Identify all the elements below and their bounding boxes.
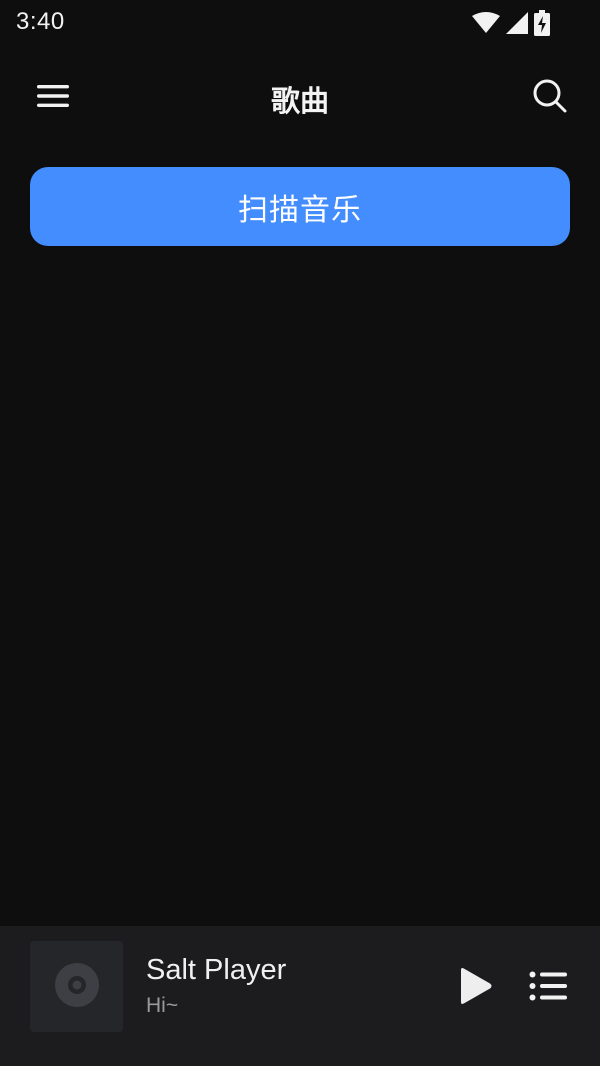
wifi-icon [472, 12, 500, 34]
status-icons [472, 10, 550, 36]
album-art[interactable] [30, 941, 123, 1032]
queue-button[interactable] [526, 968, 570, 1008]
scan-music-button[interactable]: 扫描音乐 [30, 167, 570, 246]
playlist-queue-icon [529, 971, 567, 1005]
cellular-signal-icon [506, 12, 528, 34]
play-icon [455, 967, 493, 1009]
status-bar: 3:40 [0, 0, 600, 48]
app-bar: 歌曲 [0, 60, 600, 136]
search-button[interactable] [530, 78, 570, 118]
status-time: 3:40 [16, 8, 65, 35]
track-title: Salt Player [146, 954, 287, 986]
mini-player[interactable]: Salt Player Hi~ [0, 926, 600, 1066]
play-button[interactable] [452, 966, 496, 1010]
vinyl-disc-icon [54, 962, 100, 1012]
track-subtitle: Hi~ [146, 994, 179, 1017]
battery-charging-icon [534, 10, 550, 36]
search-icon [532, 78, 568, 118]
page-title: 歌曲 [270, 84, 329, 118]
